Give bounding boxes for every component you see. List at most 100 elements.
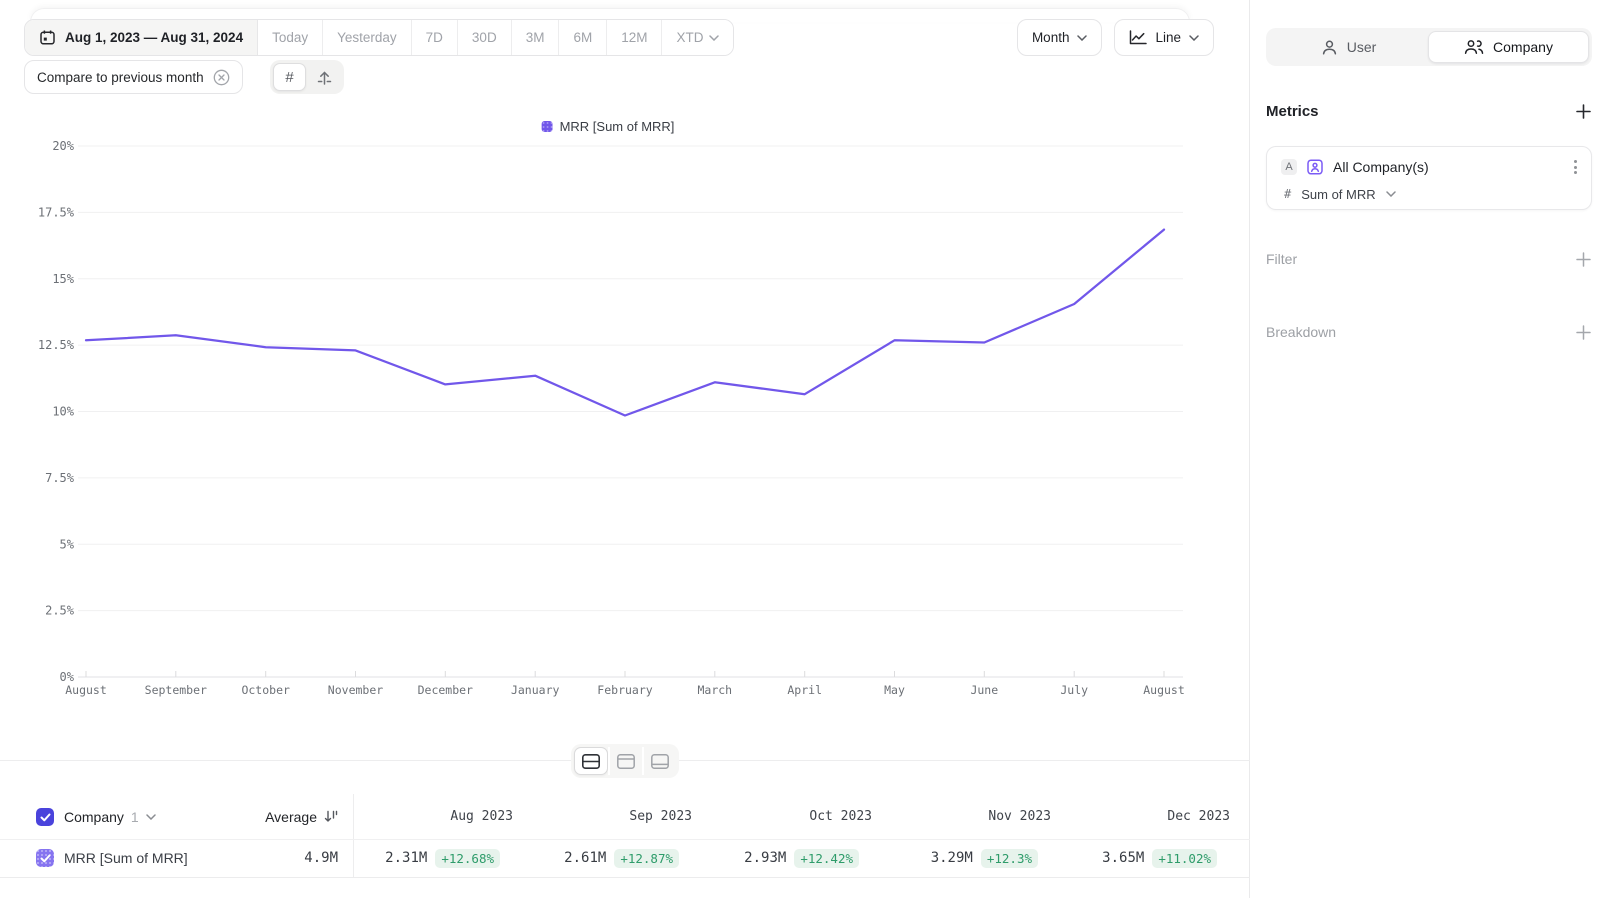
split-view-button[interactable] [574, 747, 608, 775]
table-cell: 3.29M +12.3% [891, 839, 1071, 877]
svg-text:February: February [597, 683, 652, 697]
chart-option-toggles: # [270, 60, 344, 94]
preset-7d[interactable]: 7D [412, 20, 458, 55]
mrr-line-chart[interactable]: 0%2.5%5%7.5%10%12.5%15%17.5%20%AugustSep… [36, 140, 1196, 705]
svg-text:March: March [697, 683, 732, 697]
breakdown-section-header: Breakdown [1266, 320, 1592, 344]
add-filter-icon[interactable] [1575, 251, 1592, 268]
svg-text:October: October [241, 683, 290, 697]
svg-text:September: September [145, 683, 207, 697]
delta-badge: +12.87% [614, 849, 679, 868]
preset-3m[interactable]: 3M [512, 20, 560, 55]
preset-6m[interactable]: 6M [559, 20, 607, 55]
granularity-dropdown[interactable]: Month [1017, 19, 1103, 56]
svg-text:17.5%: 17.5% [38, 205, 75, 219]
calendar-icon [39, 29, 56, 46]
config-sidebar: User Company Metrics A All Compan [1250, 0, 1600, 898]
table-cell: 2.61M +12.87% [532, 839, 712, 877]
align-top-toggle-button[interactable] [308, 63, 341, 91]
chevron-down-icon [1189, 35, 1199, 41]
app-window: Aug 1, 2023 — Aug 31, 2024 Today Yesterd… [0, 0, 1600, 898]
delta-badge: +12.42% [794, 849, 859, 868]
number-type-icon: # [1284, 187, 1291, 201]
line-chart-icon [1129, 30, 1147, 45]
metric-card-row1: A All Company(s) [1281, 156, 1579, 178]
metric-row-label: MRR [Sum of MRR] [64, 839, 188, 877]
breakdown-label: Breakdown [1266, 324, 1336, 340]
svg-text:August: August [65, 683, 107, 697]
metrics-title: Metrics [1266, 103, 1319, 120]
user-icon [1321, 39, 1338, 56]
column-header[interactable]: Nov 2023 [891, 794, 1071, 839]
row-checkbox[interactable] [36, 849, 54, 867]
legend-label: MRR [Sum of MRR] [560, 119, 675, 134]
column-header[interactable]: Aug 2023 [353, 794, 533, 839]
svg-text:August: August [1143, 683, 1185, 697]
date-range-group: Aug 1, 2023 — Aug 31, 2024 Today Yesterd… [24, 19, 734, 56]
preset-30d[interactable]: 30D [458, 20, 512, 55]
svg-text:May: May [884, 683, 905, 697]
contact-card-icon [1306, 158, 1324, 176]
cell-value: 3.65M [1102, 850, 1144, 866]
date-range-button[interactable]: Aug 1, 2023 — Aug 31, 2024 [25, 20, 258, 55]
chevron-down-icon [1077, 35, 1087, 41]
check-icon [40, 854, 51, 863]
add-breakdown-icon[interactable] [1575, 324, 1592, 341]
company-icon [1464, 39, 1484, 55]
svg-text:7.5%: 7.5% [45, 471, 75, 485]
average-column-header[interactable]: Average [183, 794, 338, 839]
svg-text:20%: 20% [52, 140, 74, 153]
svg-text:5%: 5% [60, 537, 75, 551]
svg-text:12.5%: 12.5% [38, 338, 75, 352]
chart-controls: Month Line [1017, 19, 1214, 56]
tab-company[interactable]: Company [1428, 31, 1589, 63]
entity-tabs: User Company [1266, 28, 1592, 66]
grid-toggle-button[interactable]: # [273, 63, 306, 91]
grid-icon: # [285, 69, 293, 86]
column-header[interactable]: Sep 2023 [532, 794, 712, 839]
chart-only-view-button[interactable] [608, 747, 642, 775]
compare-chip-label: Compare to previous month [37, 70, 204, 85]
table-group-header[interactable]: Company 1 [64, 794, 156, 839]
sort-icon [324, 810, 338, 823]
table-only-view-button[interactable] [642, 747, 676, 775]
filter-label: Filter [1266, 251, 1297, 267]
delta-badge: +11.02% [1152, 849, 1217, 868]
chevron-down-icon [709, 35, 719, 41]
column-header[interactable]: Oct 2023 [712, 794, 892, 839]
table-bottom-border [0, 877, 1250, 878]
svg-text:0%: 0% [60, 670, 75, 684]
preset-xtd-dropdown[interactable]: XTD [662, 20, 733, 55]
preset-yesterday[interactable]: Yesterday [323, 20, 412, 55]
group-count: 1 [131, 809, 139, 825]
filter-section-header: Filter [1266, 247, 1592, 271]
preset-12m[interactable]: 12M [607, 20, 662, 55]
column-header[interactable]: Dec 2023 [1070, 794, 1250, 839]
metric-letter-badge: A [1281, 159, 1297, 175]
compare-chip[interactable]: Compare to previous month [24, 60, 243, 94]
cell-value: 2.93M [744, 850, 786, 866]
chevron-down-icon [146, 814, 156, 820]
arrow-up-icon [315, 68, 334, 87]
add-metric-icon[interactable] [1575, 103, 1592, 120]
metric-field-selector[interactable]: # Sum of MRR [1284, 184, 1396, 204]
cell-value: 2.61M [564, 850, 606, 866]
table-cell: 2.93M +12.42% [712, 839, 892, 877]
select-all-checkbox[interactable] [36, 808, 54, 826]
average-value: 4.9M [183, 839, 338, 877]
svg-text:July: July [1060, 683, 1088, 697]
cell-value: 3.29M [931, 850, 973, 866]
delta-badge: +12.68% [435, 849, 500, 868]
preset-today[interactable]: Today [258, 20, 323, 55]
table-cell: 2.31M +12.68% [353, 839, 533, 877]
svg-text:April: April [787, 683, 822, 697]
table-cell: 3.65M +11.02% [1070, 839, 1250, 877]
metric-entity-name: All Company(s) [1333, 159, 1563, 175]
chart-type-dropdown[interactable]: Line [1114, 19, 1214, 56]
tab-user[interactable]: User [1269, 31, 1428, 63]
delta-badge: +12.3% [981, 849, 1038, 868]
metric-card[interactable]: A All Company(s) # Sum of MRR [1266, 146, 1592, 210]
remove-compare-icon[interactable] [213, 69, 230, 86]
svg-text:June: June [970, 683, 998, 697]
metric-menu-button[interactable] [1572, 158, 1579, 176]
